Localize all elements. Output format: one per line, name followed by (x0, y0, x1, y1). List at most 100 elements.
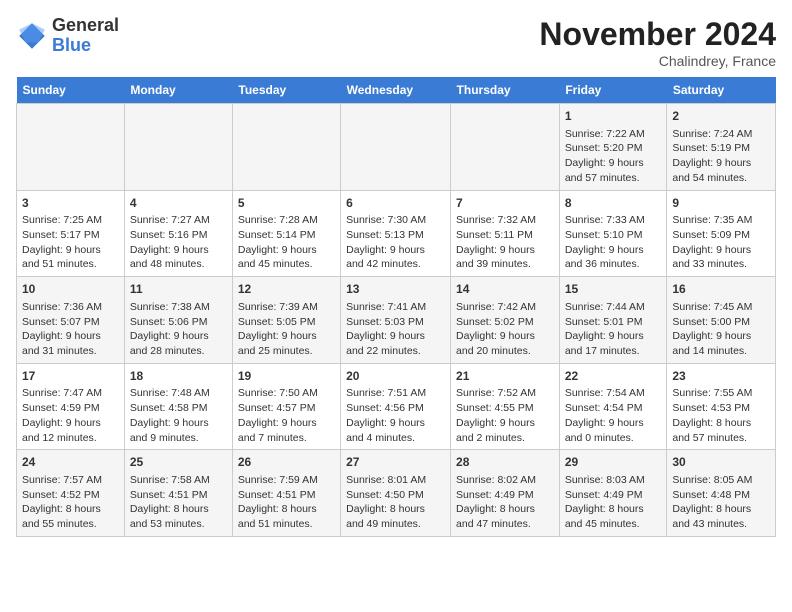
day-info: Sunrise: 7:45 AM Sunset: 5:00 PM Dayligh… (672, 300, 770, 359)
day-number: 3 (22, 195, 119, 212)
day-number: 2 (672, 108, 770, 125)
day-number: 16 (672, 281, 770, 298)
day-number: 4 (130, 195, 227, 212)
day-cell: 5Sunrise: 7:28 AM Sunset: 5:14 PM Daylig… (232, 190, 340, 277)
calendar-table: SundayMondayTuesdayWednesdayThursdayFrid… (16, 77, 776, 537)
day-info: Sunrise: 7:55 AM Sunset: 4:53 PM Dayligh… (672, 386, 770, 445)
day-cell: 28 Sunrise: 8:02 AM Sunset: 4:49 PM Dayli… (451, 450, 560, 537)
day-number: 25 (130, 454, 227, 471)
day-info: Sunrise: 7:57 AM Sunset: 4:52 PM Dayligh… (22, 473, 119, 532)
day-number: 14 (456, 281, 554, 298)
day-number: 22 (565, 368, 662, 385)
day-info: Sunrise: 7:22 AM Sunset: 5:20 PM Dayligh… (565, 127, 662, 186)
day-cell: 21Sunrise: 7:52 AM Sunset: 4:55 PM Dayli… (451, 363, 560, 450)
logo: General Blue (16, 16, 119, 56)
week-row-4: 24 Sunrise: 7:57 AM Sunset: 4:52 PM Dayli… (17, 450, 776, 537)
day-info: Sunrise: 7:32 AM Sunset: 5:11 PM Dayligh… (456, 213, 554, 272)
day-cell: 24 Sunrise: 7:57 AM Sunset: 4:52 PM Dayli… (17, 450, 125, 537)
day-info: Sunrise: 7:41 AM Sunset: 5:03 PM Dayligh… (346, 300, 445, 359)
location: Chalindrey, France (539, 53, 776, 69)
header-day-thursday: Thursday (451, 77, 560, 104)
day-info: Sunrise: 7:38 AM Sunset: 5:06 PM Dayligh… (130, 300, 227, 359)
day-info: Sunrise: 7:35 AM Sunset: 5:09 PM Dayligh… (672, 213, 770, 272)
day-cell: 11 Sunrise: 7:38 AM Sunset: 5:06 PM Dayli… (124, 277, 232, 364)
day-number: 20 (346, 368, 445, 385)
day-number: 5 (238, 195, 335, 212)
header-day-saturday: Saturday (667, 77, 776, 104)
day-number: 13 (346, 281, 445, 298)
day-info: Sunrise: 7:58 AM Sunset: 4:51 PM Dayligh… (130, 473, 227, 532)
day-cell: 4Sunrise: 7:27 AM Sunset: 5:16 PM Daylig… (124, 190, 232, 277)
day-number: 6 (346, 195, 445, 212)
day-cell: 26 Sunrise: 7:59 AM Sunset: 4:51 PM Dayli… (232, 450, 340, 537)
day-number: 9 (672, 195, 770, 212)
day-info: Sunrise: 7:42 AM Sunset: 5:02 PM Dayligh… (456, 300, 554, 359)
day-cell: 2Sunrise: 7:24 AM Sunset: 5:19 PM Daylig… (667, 104, 776, 191)
week-row-1: 3Sunrise: 7:25 AM Sunset: 5:17 PM Daylig… (17, 190, 776, 277)
day-number: 23 (672, 368, 770, 385)
day-cell: 30 Sunrise: 8:05 AM Sunset: 4:48 PM Dayli… (667, 450, 776, 537)
day-info: Sunrise: 7:50 AM Sunset: 4:57 PM Dayligh… (238, 386, 335, 445)
header-day-wednesday: Wednesday (341, 77, 451, 104)
day-number: 12 (238, 281, 335, 298)
day-cell: 7Sunrise: 7:32 AM Sunset: 5:11 PM Daylig… (451, 190, 560, 277)
header-day-tuesday: Tuesday (232, 77, 340, 104)
day-info: Sunrise: 7:47 AM Sunset: 4:59 PM Dayligh… (22, 386, 119, 445)
day-cell: 22Sunrise: 7:54 AM Sunset: 4:54 PM Dayli… (559, 363, 667, 450)
day-info: Sunrise: 7:30 AM Sunset: 5:13 PM Dayligh… (346, 213, 445, 272)
day-cell (124, 104, 232, 191)
day-info: Sunrise: 7:25 AM Sunset: 5:17 PM Dayligh… (22, 213, 119, 272)
month-title: November 2024 (539, 16, 776, 53)
day-info: Sunrise: 7:27 AM Sunset: 5:16 PM Dayligh… (130, 213, 227, 272)
header-day-friday: Friday (559, 77, 667, 104)
logo-icon (16, 20, 48, 52)
day-number: 17 (22, 368, 119, 385)
header-day-sunday: Sunday (17, 77, 125, 104)
day-info: Sunrise: 7:33 AM Sunset: 5:10 PM Dayligh… (565, 213, 662, 272)
page-header: General Blue November 2024 Chalindrey, F… (16, 16, 776, 69)
day-info: Sunrise: 7:36 AM Sunset: 5:07 PM Dayligh… (22, 300, 119, 359)
day-info: Sunrise: 8:03 AM Sunset: 4:49 PM Dayligh… (565, 473, 662, 532)
day-cell: 19Sunrise: 7:50 AM Sunset: 4:57 PM Dayli… (232, 363, 340, 450)
day-info: Sunrise: 8:02 AM Sunset: 4:49 PM Dayligh… (456, 473, 554, 532)
day-info: Sunrise: 7:52 AM Sunset: 4:55 PM Dayligh… (456, 386, 554, 445)
day-info: Sunrise: 7:48 AM Sunset: 4:58 PM Dayligh… (130, 386, 227, 445)
day-cell (451, 104, 560, 191)
day-number: 18 (130, 368, 227, 385)
day-number: 29 (565, 454, 662, 471)
day-cell: 1Sunrise: 7:22 AM Sunset: 5:20 PM Daylig… (559, 104, 667, 191)
day-number: 30 (672, 454, 770, 471)
calendar-header: SundayMondayTuesdayWednesdayThursdayFrid… (17, 77, 776, 104)
day-number: 28 (456, 454, 554, 471)
day-cell: 16 Sunrise: 7:45 AM Sunset: 5:00 PM Dayli… (667, 277, 776, 364)
day-number: 11 (130, 281, 227, 298)
week-row-3: 17Sunrise: 7:47 AM Sunset: 4:59 PM Dayli… (17, 363, 776, 450)
day-cell: 12Sunrise: 7:39 AM Sunset: 5:05 PM Dayli… (232, 277, 340, 364)
logo-text: General Blue (52, 16, 119, 56)
day-info: Sunrise: 7:28 AM Sunset: 5:14 PM Dayligh… (238, 213, 335, 272)
day-cell: 15Sunrise: 7:44 AM Sunset: 5:01 PM Dayli… (559, 277, 667, 364)
calendar-body: 1Sunrise: 7:22 AM Sunset: 5:20 PM Daylig… (17, 104, 776, 537)
title-block: November 2024 Chalindrey, France (539, 16, 776, 69)
day-cell (17, 104, 125, 191)
header-day-monday: Monday (124, 77, 232, 104)
day-cell (232, 104, 340, 191)
day-info: Sunrise: 7:54 AM Sunset: 4:54 PM Dayligh… (565, 386, 662, 445)
day-number: 19 (238, 368, 335, 385)
day-number: 8 (565, 195, 662, 212)
day-number: 27 (346, 454, 445, 471)
day-number: 10 (22, 281, 119, 298)
day-cell: 27 Sunrise: 8:01 AM Sunset: 4:50 PM Dayli… (341, 450, 451, 537)
day-info: Sunrise: 8:05 AM Sunset: 4:48 PM Dayligh… (672, 473, 770, 532)
day-info: Sunrise: 7:59 AM Sunset: 4:51 PM Dayligh… (238, 473, 335, 532)
day-cell: 10 Sunrise: 7:36 AM Sunset: 5:07 PM Dayli… (17, 277, 125, 364)
header-row: SundayMondayTuesdayWednesdayThursdayFrid… (17, 77, 776, 104)
day-number: 24 (22, 454, 119, 471)
day-cell: 6Sunrise: 7:30 AM Sunset: 5:13 PM Daylig… (341, 190, 451, 277)
day-cell: 14 Sunrise: 7:42 AM Sunset: 5:02 PM Dayli… (451, 277, 560, 364)
day-number: 15 (565, 281, 662, 298)
day-info: Sunrise: 8:01 AM Sunset: 4:50 PM Dayligh… (346, 473, 445, 532)
week-row-2: 10 Sunrise: 7:36 AM Sunset: 5:07 PM Dayli… (17, 277, 776, 364)
day-cell (341, 104, 451, 191)
day-number: 26 (238, 454, 335, 471)
